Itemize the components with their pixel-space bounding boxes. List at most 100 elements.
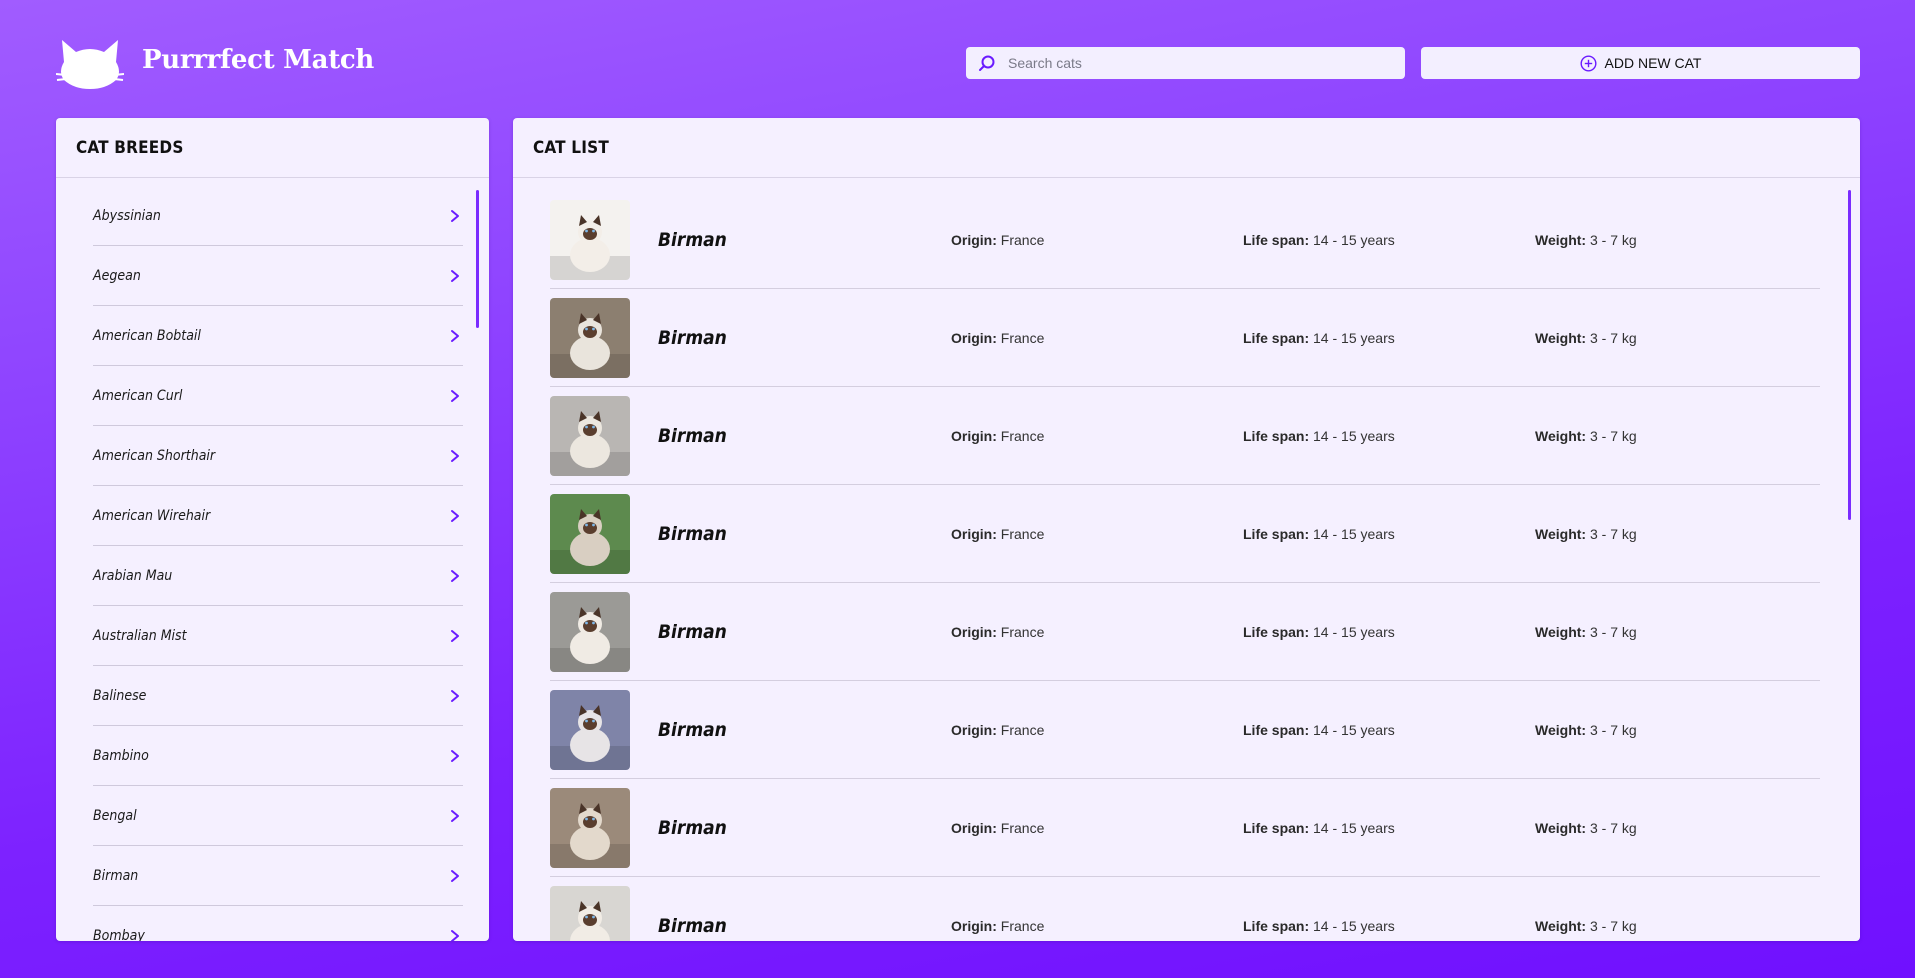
cat-photo	[550, 885, 630, 941]
breed-list-scrollbar[interactable]	[476, 190, 479, 328]
cat-row[interactable]: Birman Origin: France Life span: 14 - 15 y…	[550, 387, 1820, 485]
cat-name: Birman	[658, 424, 727, 447]
breed-label: Birman	[93, 867, 139, 884]
chevron-right-icon	[451, 449, 459, 462]
breed-label: Aegean	[93, 267, 141, 284]
life-span-label: Life span:	[1243, 525, 1310, 542]
breed-label: Bengal	[93, 807, 137, 824]
cat-origin: Origin: France	[951, 918, 1044, 934]
weight-label: Weight:	[1535, 917, 1587, 934]
search-icon	[979, 55, 995, 71]
origin-value: France	[1000, 917, 1045, 934]
breed-item[interactable]: Bambino	[93, 726, 463, 786]
breed-item[interactable]: Aegean	[93, 246, 463, 306]
cat-weight: Weight: 3 - 7 kg	[1535, 428, 1637, 444]
cat-photo	[550, 297, 630, 378]
chevron-right-icon	[451, 869, 459, 882]
cat-list-scrollbar[interactable]	[1848, 190, 1851, 520]
search-box[interactable]	[966, 47, 1405, 79]
cat-name: Birman	[658, 620, 727, 643]
weight-label: Weight:	[1535, 427, 1587, 444]
breed-label: American Bobtail	[93, 327, 201, 344]
life-span-label: Life span:	[1243, 623, 1310, 640]
breed-item[interactable]: Arabian Mau	[93, 546, 463, 606]
cat-origin: Origin: France	[951, 330, 1044, 346]
breed-label: American Curl	[93, 387, 183, 404]
chevron-right-icon	[451, 329, 459, 342]
origin-label: Origin:	[951, 231, 997, 248]
cat-thumbnail	[550, 297, 630, 378]
breed-item[interactable]: Birman	[93, 846, 463, 906]
cat-name: Birman	[658, 228, 727, 251]
origin-label: Origin:	[951, 427, 997, 444]
cat-list-title: CAT LIST	[533, 137, 609, 158]
breed-item[interactable]: American Curl	[93, 366, 463, 426]
cat-row[interactable]: Birman Origin: France Life span: 14 - 15 y…	[550, 583, 1820, 681]
cat-name: Birman	[658, 326, 727, 349]
cat-breeds-panel: CAT BREEDS Abyssinian Aegean American Bobt…	[56, 118, 489, 941]
cat-row[interactable]: Birman Origin: France Life span: 14 - 15 y…	[550, 681, 1820, 779]
breed-item[interactable]: Bengal	[93, 786, 463, 846]
cat-row[interactable]: Birman Origin: France Life span: 14 - 15 y…	[550, 289, 1820, 387]
weight-label: Weight:	[1535, 721, 1587, 738]
weight-value: 3 - 7 kg	[1589, 525, 1637, 542]
cat-origin: Origin: France	[951, 526, 1044, 542]
cat-breeds-title: CAT BREEDS	[76, 137, 184, 158]
breed-label: Bambino	[93, 747, 149, 764]
chevron-right-icon	[451, 569, 459, 582]
add-new-cat-label: ADD NEW CAT	[1604, 55, 1702, 71]
cat-list-panel: CAT LIST Birman Origin: France Life span: …	[513, 118, 1860, 941]
breed-item[interactable]: Balinese	[93, 666, 463, 726]
cat-weight: Weight: 3 - 7 kg	[1535, 918, 1637, 934]
cat-weight: Weight: 3 - 7 kg	[1535, 232, 1637, 248]
cat-origin: Origin: France	[951, 428, 1044, 444]
cat-list: Birman Origin: France Life span: 14 - 15 y…	[550, 191, 1820, 941]
origin-value: France	[1000, 819, 1045, 836]
breed-label: American Shorthair	[93, 447, 216, 464]
cat-row[interactable]: Birman Origin: France Life span: 14 - 15 y…	[550, 779, 1820, 877]
cat-origin: Origin: France	[951, 232, 1044, 248]
cat-thumbnail	[550, 885, 630, 941]
cat-name: Birman	[658, 914, 727, 937]
cat-life-span: Life span: 14 - 15 years	[1243, 820, 1395, 836]
breed-item[interactable]: American Bobtail	[93, 306, 463, 366]
weight-value: 3 - 7 kg	[1589, 721, 1637, 738]
origin-label: Origin:	[951, 917, 997, 934]
breed-label: Arabian Mau	[93, 567, 173, 584]
origin-value: France	[1000, 525, 1045, 542]
weight-value: 3 - 7 kg	[1589, 329, 1637, 346]
breed-item[interactable]: American Shorthair	[93, 426, 463, 486]
cat-row[interactable]: Birman Origin: France Life span: 14 - 15 y…	[550, 191, 1820, 289]
weight-label: Weight:	[1535, 525, 1587, 542]
cat-weight: Weight: 3 - 7 kg	[1535, 722, 1637, 738]
chevron-right-icon	[451, 809, 459, 822]
cat-origin: Origin: France	[951, 722, 1044, 738]
life-span-label: Life span:	[1243, 231, 1310, 248]
cat-thumbnail	[550, 787, 630, 868]
life-span-label: Life span:	[1243, 427, 1310, 444]
breed-label: American Wirehair	[93, 507, 211, 524]
breed-item[interactable]: American Wirehair	[93, 486, 463, 546]
life-span-value: 14 - 15 years	[1313, 525, 1395, 542]
chevron-right-icon	[451, 929, 459, 941]
life-span-label: Life span:	[1243, 329, 1310, 346]
breed-item[interactable]: Abyssinian	[93, 186, 463, 246]
add-new-cat-button[interactable]: ADD NEW CAT	[1421, 47, 1860, 79]
cat-row[interactable]: Birman Origin: France Life span: 14 - 15 y…	[550, 485, 1820, 583]
breed-item[interactable]: Australian Mist	[93, 606, 463, 666]
cat-origin: Origin: France	[951, 820, 1044, 836]
chevron-right-icon	[451, 689, 459, 702]
cat-row[interactable]: Birman Origin: France Life span: 14 - 15 y…	[550, 877, 1820, 941]
cat-thumbnail	[550, 689, 630, 770]
origin-label: Origin:	[951, 819, 997, 836]
breed-item[interactable]: Bombay	[93, 906, 463, 941]
cat-life-span: Life span: 14 - 15 years	[1243, 330, 1395, 346]
cat-weight: Weight: 3 - 7 kg	[1535, 526, 1637, 542]
weight-label: Weight:	[1535, 231, 1587, 248]
life-span-value: 14 - 15 years	[1313, 427, 1395, 444]
search-input[interactable]	[1008, 55, 1388, 71]
life-span-value: 14 - 15 years	[1313, 721, 1395, 738]
weight-value: 3 - 7 kg	[1589, 917, 1637, 934]
weight-value: 3 - 7 kg	[1589, 819, 1637, 836]
chevron-right-icon	[451, 629, 459, 642]
